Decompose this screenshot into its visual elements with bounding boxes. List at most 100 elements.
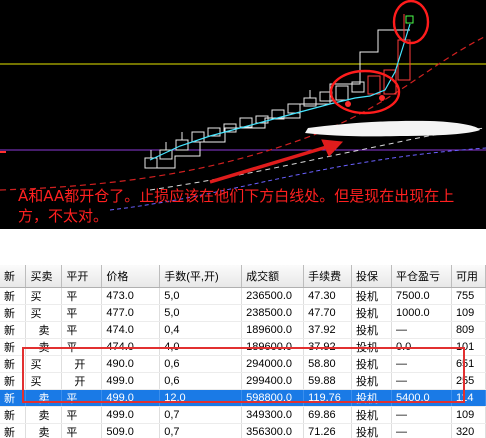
table-cell: 卖 xyxy=(25,338,63,356)
table-cell: 新 xyxy=(0,355,27,373)
white-brush-mark xyxy=(305,120,480,137)
table-cell: 320 xyxy=(451,423,486,438)
table-cell: 101 xyxy=(451,338,486,356)
table-cell: 投机 xyxy=(351,406,392,424)
table-cell: 47.70 xyxy=(303,304,353,322)
table-cell: 投机 xyxy=(351,372,392,390)
table-cell: 755 xyxy=(451,287,486,305)
table-cell: 卖 xyxy=(25,389,63,407)
table-cell: 新 xyxy=(0,321,27,339)
table-row[interactable]: 新买开 490.0 0,6 294000.0 58.80 投机 —651 xyxy=(0,355,486,373)
table-cell: 499.0 xyxy=(101,372,161,390)
table-cell: 59.88 xyxy=(303,372,353,390)
table-cell: 新 xyxy=(0,406,27,424)
divider-area xyxy=(0,229,486,265)
column-header[interactable]: 价格 xyxy=(101,265,161,288)
red-dashed-curve xyxy=(0,35,486,191)
table-cell: — xyxy=(391,406,452,424)
table-cell: 7500.0 xyxy=(391,287,452,305)
table-cell: 平 xyxy=(61,338,103,356)
table-row[interactable]: 新买平 473.0 5,0 236500.0 47.30 投机 7500.0 755 xyxy=(0,287,486,305)
table-cell: 平 xyxy=(61,304,103,322)
table-cell: 490.0 xyxy=(101,355,161,373)
table-cell: 109 xyxy=(451,304,486,322)
table-cell: 509.0 xyxy=(101,423,161,438)
position-marker-a xyxy=(345,101,351,107)
column-header[interactable]: 成交额 xyxy=(241,265,305,288)
table-cell: 238500.0 xyxy=(241,304,305,322)
table-cell: 5400.0 xyxy=(391,389,452,407)
column-header[interactable]: 手续费 xyxy=(303,265,353,288)
table-cell: 0.0 xyxy=(391,338,452,356)
table-cell: 平 xyxy=(61,423,103,438)
last-price-marker xyxy=(405,15,414,24)
table-cell: — xyxy=(391,423,452,438)
table-cell: 499.0 xyxy=(101,389,161,407)
table-row[interactable]: 新卖平 499.0 0,7 349300.0 69.86 投机 —109 xyxy=(0,406,486,424)
table-cell: 平 xyxy=(61,287,103,305)
table-cell: 5,0 xyxy=(159,304,243,322)
column-header[interactable]: 平仓盈亏 xyxy=(391,265,452,288)
table-row[interactable]: 新买开 499.0 0,6 299400.0 59.88 投机 —255 xyxy=(0,372,486,390)
table-cell: 477.0 xyxy=(101,304,161,322)
table-cell: 294000.0 xyxy=(241,355,305,373)
table-cell: 37.92 xyxy=(303,321,353,339)
table-cell: 474.0 xyxy=(101,338,161,356)
table-cell: 0,6 xyxy=(159,355,243,373)
price-chart[interactable]: A和AA都开仓了。止损应该在他们下方白线处。但是现在出现在上方，不太对。 xyxy=(0,0,486,229)
annotation-text: A和AA都开仓了。止损应该在他们下方白线处。但是现在出现在上方，不太对。 xyxy=(18,187,455,225)
column-header[interactable]: 新 xyxy=(0,265,27,288)
column-header[interactable]: 可用 xyxy=(451,265,486,288)
table-cell: 0,6 xyxy=(159,372,243,390)
column-header[interactable]: 平开 xyxy=(61,265,103,288)
table-cell: 349300.0 xyxy=(241,406,305,424)
table-header-row: 新买卖 平开 价格 手数(平,开) 成交额 手续费 投保 平仓盈亏 可用 xyxy=(0,265,486,288)
table-cell: 189600.0 xyxy=(241,321,305,339)
table-cell: 809 xyxy=(451,321,486,339)
table-cell: 189600.0 xyxy=(241,338,305,356)
table-row[interactable]: 新卖平 499.0 12,0 598800.0 119.76 投机 5400.0 114 xyxy=(0,389,486,407)
table-cell: 新 xyxy=(0,287,27,305)
column-header[interactable]: 手数(平,开) xyxy=(159,265,243,288)
table-cell: — xyxy=(391,372,452,390)
table-cell: 4,0 xyxy=(159,338,243,356)
table-cell: 0,7 xyxy=(159,406,243,424)
table-cell: 投机 xyxy=(351,321,392,339)
table-cell: 236500.0 xyxy=(241,287,305,305)
table-cell: 新 xyxy=(0,304,27,322)
table-cell: 卖 xyxy=(25,406,63,424)
table-cell: 58.80 xyxy=(303,355,353,373)
table-row[interactable]: 新卖平 474.0 4,0 189600.0 37.92 投机 0.0 101 xyxy=(0,338,486,356)
table-cell: 473.0 xyxy=(101,287,161,305)
table-cell: 71.26 xyxy=(303,423,353,438)
table-cell: 598800.0 xyxy=(241,389,305,407)
table-cell: 买 xyxy=(25,372,63,390)
table-cell: 买 xyxy=(25,287,63,305)
table-cell: 投机 xyxy=(351,389,392,407)
table-cell: 新 xyxy=(0,423,27,438)
table-row[interactable]: 新卖平 474.0 0,4 189600.0 37.92 投机 —809 xyxy=(0,321,486,339)
table-cell: 买 xyxy=(25,355,63,373)
table-cell: 255 xyxy=(451,372,486,390)
trades-grid[interactable]: 新买卖 平开 价格 手数(平,开) 成交额 手续费 投保 平仓盈亏 可用 新买平 473.0 5,0… xyxy=(0,265,486,438)
table-cell: 投机 xyxy=(351,423,392,438)
table-cell: 1000.0 xyxy=(391,304,452,322)
table-cell: 开 xyxy=(61,372,103,390)
column-header[interactable]: 投保 xyxy=(351,265,392,288)
cyan-price-line xyxy=(149,23,411,161)
column-header[interactable]: 买卖 xyxy=(25,265,63,288)
table-cell: 平 xyxy=(61,406,103,424)
table-row[interactable]: 新买平 477.0 5,0 238500.0 47.70 投机 1000.0 109 xyxy=(0,304,486,322)
table-cell: 新 xyxy=(0,338,27,356)
table-cell: 109 xyxy=(451,406,486,424)
annotation-ellipse-price xyxy=(392,0,430,45)
table-row[interactable]: 新卖平 509.0 0,7 356300.0 71.26 投机 —320 xyxy=(0,423,486,438)
table-cell: 0,4 xyxy=(159,321,243,339)
table-cell: 651 xyxy=(451,355,486,373)
table-cell: 投机 xyxy=(351,355,392,373)
trades-table: 新买卖 平开 价格 手数(平,开) 成交额 手续费 投保 平仓盈亏 可用 新买平 473.0 5,0… xyxy=(0,265,486,438)
table-cell: 新 xyxy=(0,372,27,390)
table-cell: 356300.0 xyxy=(241,423,305,438)
table-cell: — xyxy=(391,321,452,339)
table-cell: 平 xyxy=(61,321,103,339)
